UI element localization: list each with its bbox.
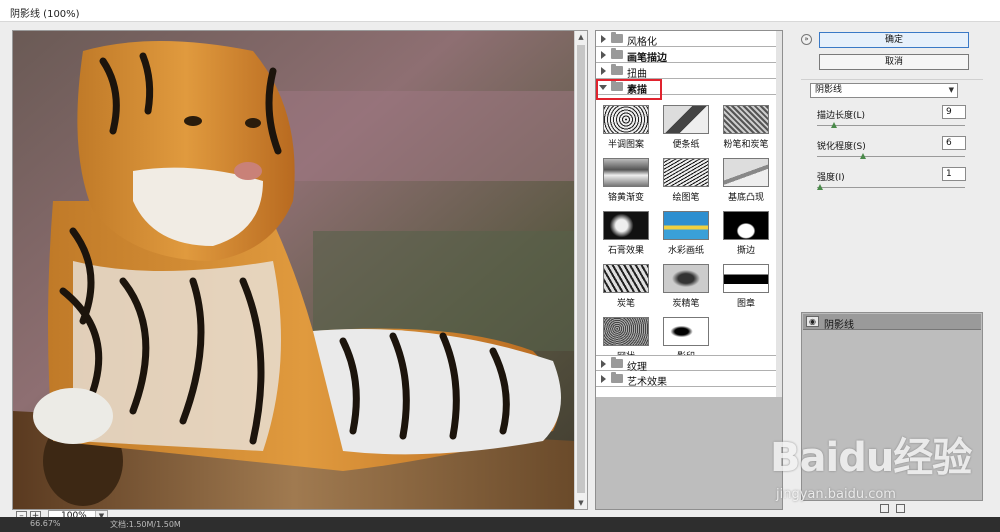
baidu-watermark: Baidu经验 jingyan.baidu.com: [770, 425, 980, 520]
filter-thumb-charcoal[interactable]: 炭笔: [597, 264, 655, 309]
filter-type-value: 阴影线: [815, 85, 843, 95]
param-label: 锐化程度(S): [817, 142, 866, 152]
filter-thumb-chrome[interactable]: 铬黄渐变: [597, 158, 655, 203]
param-label: 描边长度(L): [817, 111, 866, 121]
param-label: 强度(I): [817, 173, 845, 183]
sharpness-input[interactable]: 6: [942, 136, 966, 150]
filter-thumb-label: 撕边: [736, 246, 755, 256]
filter-gallery: 风格化 画笔描边 扭曲 素描 半调图案 便条纸 粉笔和炭笔 铬黄渐变 绘图笔 基…: [595, 30, 783, 510]
thumbnail-image: [723, 105, 769, 134]
filter-thumb-label: 水彩画纸: [667, 246, 704, 256]
slider-thumb[interactable]: [817, 184, 823, 190]
filter-thumb-label: 铬黄渐变: [607, 193, 644, 203]
thumbnail-image: [663, 158, 709, 187]
tiger-photo: [13, 31, 575, 509]
thumbnail-image: [603, 211, 649, 240]
gallery-scrollbar[interactable]: [776, 31, 782, 397]
filter-thumb-label: 绘图笔: [672, 193, 700, 203]
slider-track[interactable]: [817, 156, 965, 157]
thumbnail-image: [663, 211, 709, 240]
chevron-down-icon: ▼: [948, 86, 954, 94]
filter-thumb-water-paper[interactable]: 水彩画纸: [657, 211, 715, 256]
strength-input[interactable]: 1: [942, 167, 966, 181]
filter-list: 风格化 画笔描边 扭曲 素描 半调图案 便条纸 粉笔和炭笔 铬黄渐变 绘图笔 基…: [596, 31, 778, 397]
folder-label: 画笔描边: [627, 53, 667, 64]
filter-thumb-conte-crayon[interactable]: 炭精笔: [657, 264, 715, 309]
filter-thumb-label: 半调图案: [607, 140, 644, 150]
title-bar: 阴影线 (100%): [0, 0, 1000, 22]
effect-layer-row[interactable]: ◉ 阴影线: [803, 314, 981, 331]
filter-thumb-halftone[interactable]: 半调图案: [597, 105, 655, 150]
filter-thumb-stamp[interactable]: 图章: [717, 264, 775, 309]
status-zoom: 66.67%: [30, 519, 61, 528]
thumbnail-image: [603, 105, 649, 134]
scroll-thumb[interactable]: [577, 45, 585, 493]
status-doc-size: 文档:1.50M/1.50M: [110, 520, 181, 529]
folder-icon: [611, 32, 623, 43]
thumbnail-image: [603, 264, 649, 293]
filter-thumb-label: 基底凸现: [727, 193, 764, 203]
ok-button[interactable]: 确定: [819, 32, 969, 48]
thumbnail-image: [603, 317, 649, 346]
folder-label: 扭曲: [627, 69, 647, 80]
slider-thumb[interactable]: [831, 122, 838, 128]
thumbnail-image: [723, 264, 769, 293]
scroll-down-arrow-icon[interactable]: ▼: [575, 497, 587, 509]
filter-thumb-plaster[interactable]: 石膏效果: [597, 211, 655, 256]
slider-track[interactable]: [817, 125, 965, 126]
filter-folder-stylize[interactable]: 风格化: [596, 31, 778, 48]
thumbnail-image: [723, 211, 769, 240]
thumbnail-image: [603, 158, 649, 187]
filter-folder-artistic[interactable]: 艺术效果: [596, 371, 778, 388]
watermark-url: jingyan.baidu.com: [776, 487, 896, 502]
filter-thumb-label: 便条纸: [672, 140, 700, 150]
window-title: 阴影线 (100%): [10, 9, 80, 20]
folder-icon: [611, 357, 623, 368]
expand-triangle-icon: [601, 375, 606, 383]
highlight-annotation-box: [596, 79, 662, 100]
slider-track[interactable]: [817, 187, 965, 188]
folder-label: 艺术效果: [627, 377, 667, 388]
scroll-up-arrow-icon[interactable]: ▲: [575, 31, 587, 43]
watermark-brand: Baidu经验: [770, 435, 972, 481]
folder-icon: [611, 64, 623, 75]
filter-thumb-bas-relief[interactable]: 基底凸现: [717, 158, 775, 203]
filter-thumb-label: 炭笔: [616, 299, 635, 309]
expand-triangle-icon: [601, 35, 606, 43]
filter-thumb-label: 粉笔和炭笔: [723, 140, 769, 150]
thumbnail-image: [663, 317, 709, 346]
expand-triangle-icon: [601, 67, 606, 75]
filter-folder-texture[interactable]: 纹理: [596, 355, 778, 373]
cancel-button[interactable]: 取消: [819, 54, 969, 70]
filter-folder-brush-strokes[interactable]: 画笔描边: [596, 47, 778, 64]
thumbnail-image: [663, 105, 709, 134]
filter-thumb-label: 图章: [736, 299, 755, 309]
filter-thumb-torn-edges[interactable]: 撕边: [717, 211, 775, 256]
stroke-length-input[interactable]: 9: [942, 105, 966, 119]
thumbnail-image: [723, 158, 769, 187]
filter-settings-panel: 阴影线 ▼ 描边长度(L) 9 锐化程度(S) 6 强度(I) 1: [801, 79, 983, 304]
folder-icon: [611, 372, 623, 383]
filter-thumb-note-paper[interactable]: 便条纸: [657, 105, 715, 150]
filter-thumb-label: 炭精笔: [672, 299, 700, 309]
folder-icon: [611, 48, 623, 59]
expand-triangle-icon: [601, 360, 606, 368]
preview-image[interactable]: [13, 31, 575, 509]
collapse-gallery-button[interactable]: »: [801, 34, 812, 45]
effect-layer-name: 阴影线: [824, 320, 854, 331]
slider-thumb[interactable]: [859, 153, 866, 159]
filter-thumb-graphic-pen[interactable]: 绘图笔: [657, 158, 715, 203]
filter-folder-distort[interactable]: 扭曲: [596, 63, 778, 80]
thumbnail-image: [663, 264, 709, 293]
filter-type-select[interactable]: 阴影线 ▼: [810, 83, 958, 98]
folder-label: 风格化: [627, 37, 657, 48]
filter-thumb-label: 石膏效果: [607, 246, 644, 256]
eye-icon[interactable]: ◉: [806, 316, 819, 327]
filter-thumb-chalk-charcoal[interactable]: 粉笔和炭笔: [717, 105, 775, 150]
preview-vertical-scrollbar[interactable]: ▲ ▼: [574, 31, 587, 509]
expand-triangle-icon: [601, 51, 606, 59]
preview-panel: ▲ ▼: [12, 30, 588, 510]
